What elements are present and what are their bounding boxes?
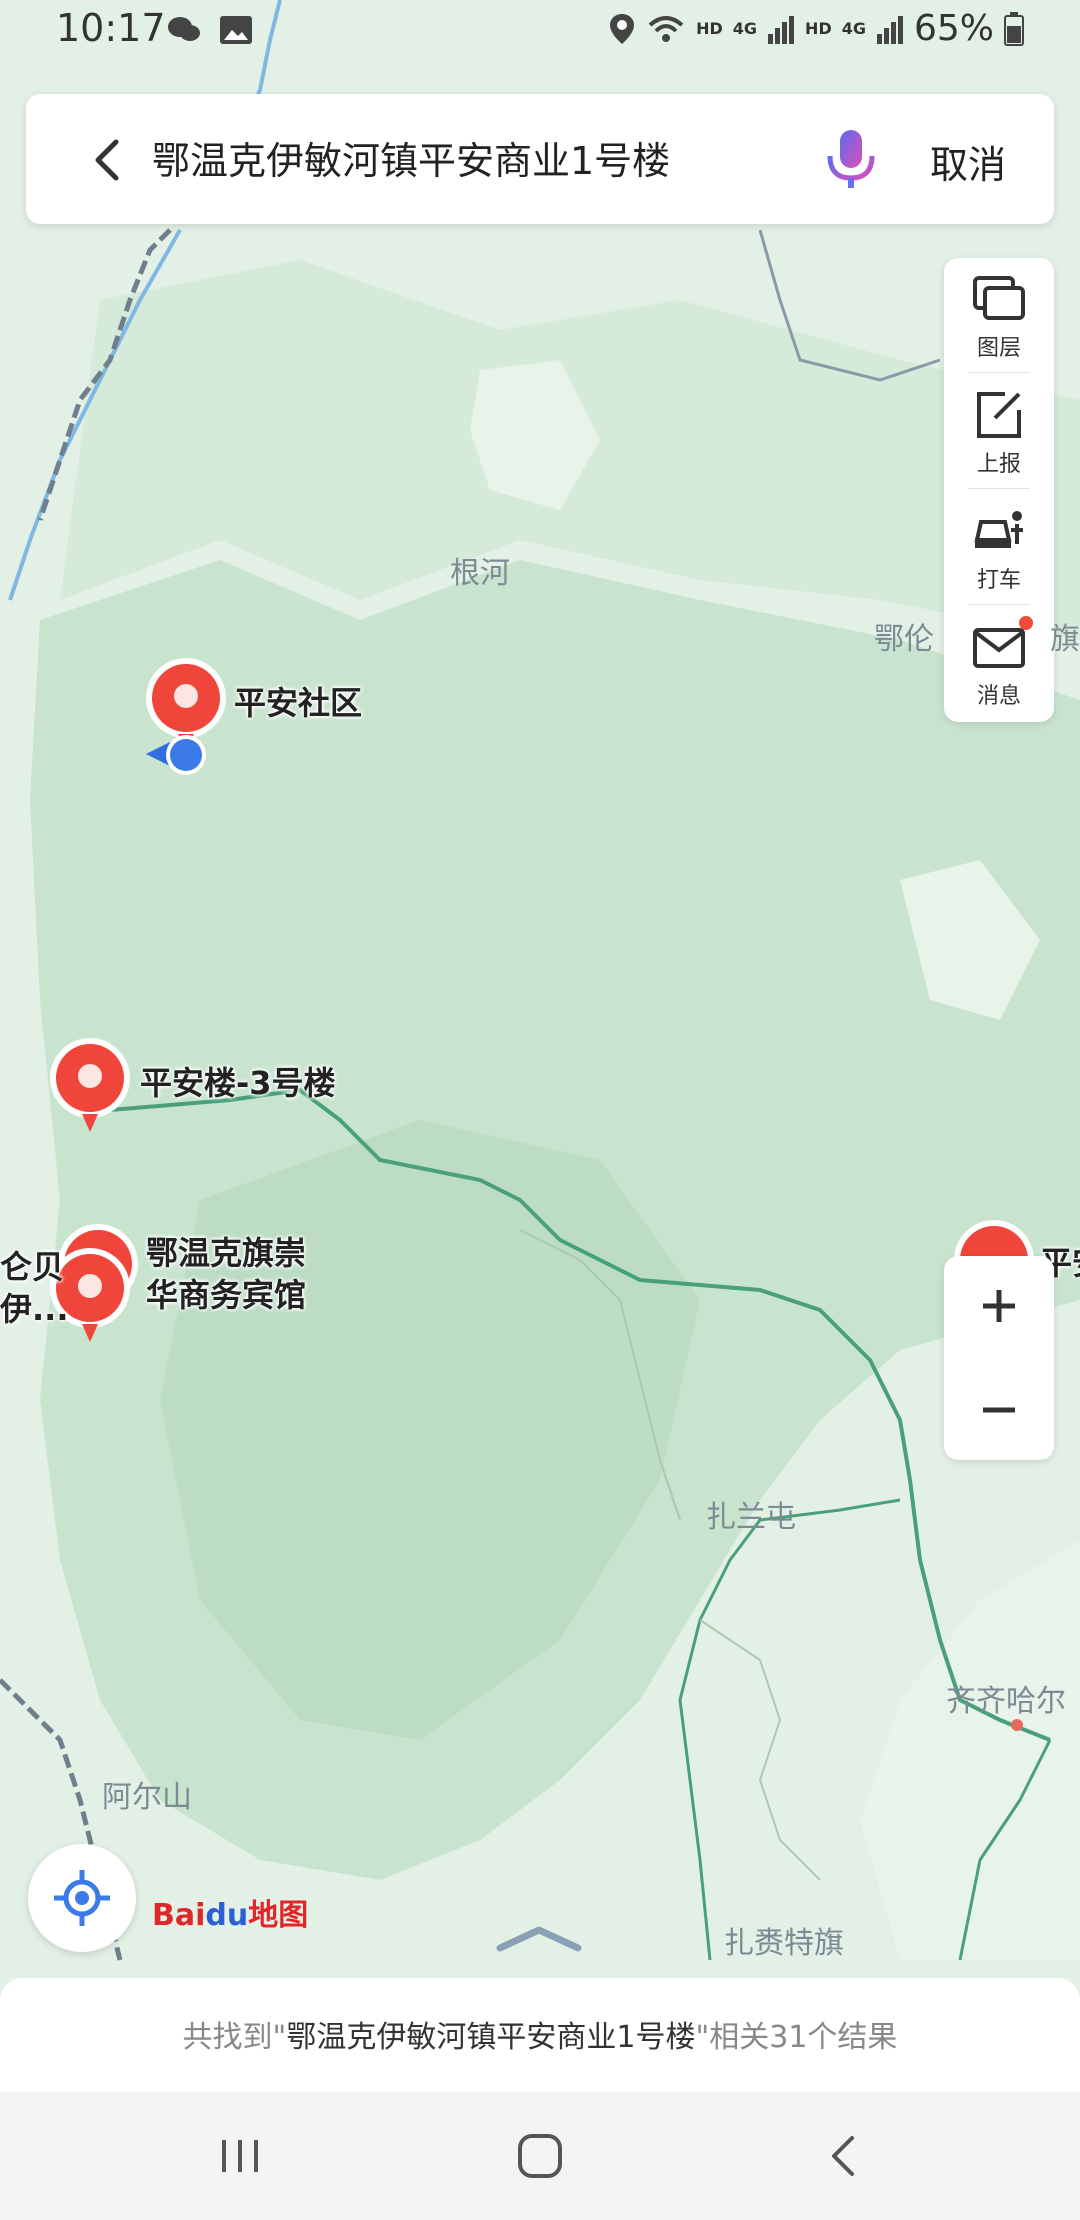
baidu-map-logo: Baidu地图 (152, 1890, 308, 1934)
divider (968, 372, 1030, 373)
taxi-icon (974, 511, 1023, 548)
taxi-button[interactable]: 打车 (944, 490, 1054, 604)
layers-label: 图层 (976, 336, 1021, 361)
result-prefix: 共找到" (182, 2020, 287, 2055)
map-label-qiqihar: 齐齐哈尔 (946, 1684, 1066, 1719)
wechat-icon (168, 17, 200, 41)
microphone-icon[interactable] (816, 124, 886, 194)
plus-icon (983, 1290, 1015, 1322)
messages-label: 消息 (976, 684, 1021, 709)
messages-button[interactable]: 消息 (944, 606, 1054, 720)
layers-button[interactable]: 图层 (944, 258, 1054, 372)
map-label-zhalaiteqi: 扎赉特旗 (724, 1926, 844, 1961)
zoom-out-button[interactable] (944, 1360, 1054, 1460)
map-canvas[interactable] (0, 0, 1080, 2220)
network-label-1: HD (696, 19, 723, 38)
map-label-aershan: 阿尔山 (102, 1780, 192, 1815)
zoom-in-button[interactable] (944, 1256, 1054, 1356)
map-label-qi: 旗 (1050, 622, 1080, 657)
divider (968, 604, 1030, 605)
result-suffix: "相关31个结果 (695, 2020, 898, 2055)
result-summary-bar[interactable]: 共找到"鄂温克伊敏河镇平安商业1号楼"相关31个结果 (0, 1978, 1080, 2092)
poi-label-chonghua-hotel[interactable]: 鄂温克旗崇 华商务宾馆 (146, 1232, 306, 1316)
map-tools-panel: 图层 上报 打车 消息 (944, 258, 1054, 722)
poi-label-line: 华商务宾馆 (146, 1276, 307, 1314)
location-icon (610, 13, 635, 44)
current-location-icon (146, 735, 206, 775)
signal-icon (768, 15, 795, 44)
status-right: HD 4G HD 4G 65% (608, 8, 1024, 49)
poi-label-pingan-building-3[interactable]: 平安楼-3号楼 (140, 1062, 336, 1104)
minus-icon (983, 1407, 1015, 1413)
chevron-up-icon[interactable] (494, 1924, 584, 1952)
search-input[interactable]: 鄂温克伊敏河镇平安商业1号楼 (152, 130, 670, 185)
result-query: 鄂温克伊敏河镇平安商业1号楼 (286, 2020, 696, 2055)
battery-icon (1004, 11, 1024, 46)
logo-part: Bai (152, 1898, 206, 1933)
edit-icon (977, 392, 1021, 438)
battery-percent: 65% (913, 8, 994, 49)
wifi-icon (648, 15, 684, 42)
poi-label-line: 鄂温克旗崇 (146, 1234, 307, 1272)
poi-label-line: 仑贝 (0, 1248, 65, 1286)
logo-part: 地图 (248, 1898, 309, 1933)
network-gen-1: 4G (732, 19, 758, 38)
system-nav-bar (0, 2092, 1080, 2220)
back-arrow-icon[interactable] (78, 130, 138, 190)
network-gen-2: 4G (841, 19, 866, 38)
map-label-elun: 鄂伦 (874, 622, 934, 657)
map-label-zhalantun: 扎兰屯 (706, 1500, 796, 1535)
locate-crosshair-icon (54, 1870, 110, 1926)
report-button[interactable]: 上报 (944, 374, 1054, 488)
recent-apps-icon[interactable] (200, 2126, 280, 2186)
locate-button[interactable] (28, 1844, 136, 1952)
status-time: 10:17 (56, 6, 166, 50)
taxi-label: 打车 (976, 568, 1021, 593)
layers-icon (973, 276, 1025, 320)
poi-label-lunbei[interactable]: 仑贝 伊... (0, 1246, 68, 1330)
report-label: 上报 (976, 452, 1021, 477)
divider (968, 488, 1030, 489)
search-bar: 鄂温克伊敏河镇平安商业1号楼 取消 (26, 94, 1054, 224)
network-label-2: HD (805, 19, 832, 38)
poi-label-line: 伊... (0, 1290, 69, 1328)
gallery-icon (220, 16, 252, 44)
mail-icon (973, 628, 1025, 668)
signal-icon-2 (876, 15, 903, 44)
cancel-button[interactable]: 取消 (930, 134, 1006, 189)
logo-part: du (205, 1898, 249, 1933)
poi-label-pingan-community[interactable]: 平安社区 (234, 682, 362, 724)
status-notification-icons (166, 14, 254, 46)
notification-dot (1019, 616, 1033, 630)
status-bar: 10:17 HD 4G HD 4G 65% (0, 0, 1080, 62)
home-icon[interactable] (500, 2126, 580, 2186)
map-pin-icon[interactable] (48, 1036, 132, 1136)
result-summary-text: 共找到"鄂温克伊敏河镇平安商业1号楼"相关31个结果 (0, 2012, 1080, 2056)
zoom-controls (944, 1256, 1054, 1460)
back-icon[interactable] (804, 2126, 884, 2186)
map-label-genhe: 根河 (450, 556, 510, 591)
